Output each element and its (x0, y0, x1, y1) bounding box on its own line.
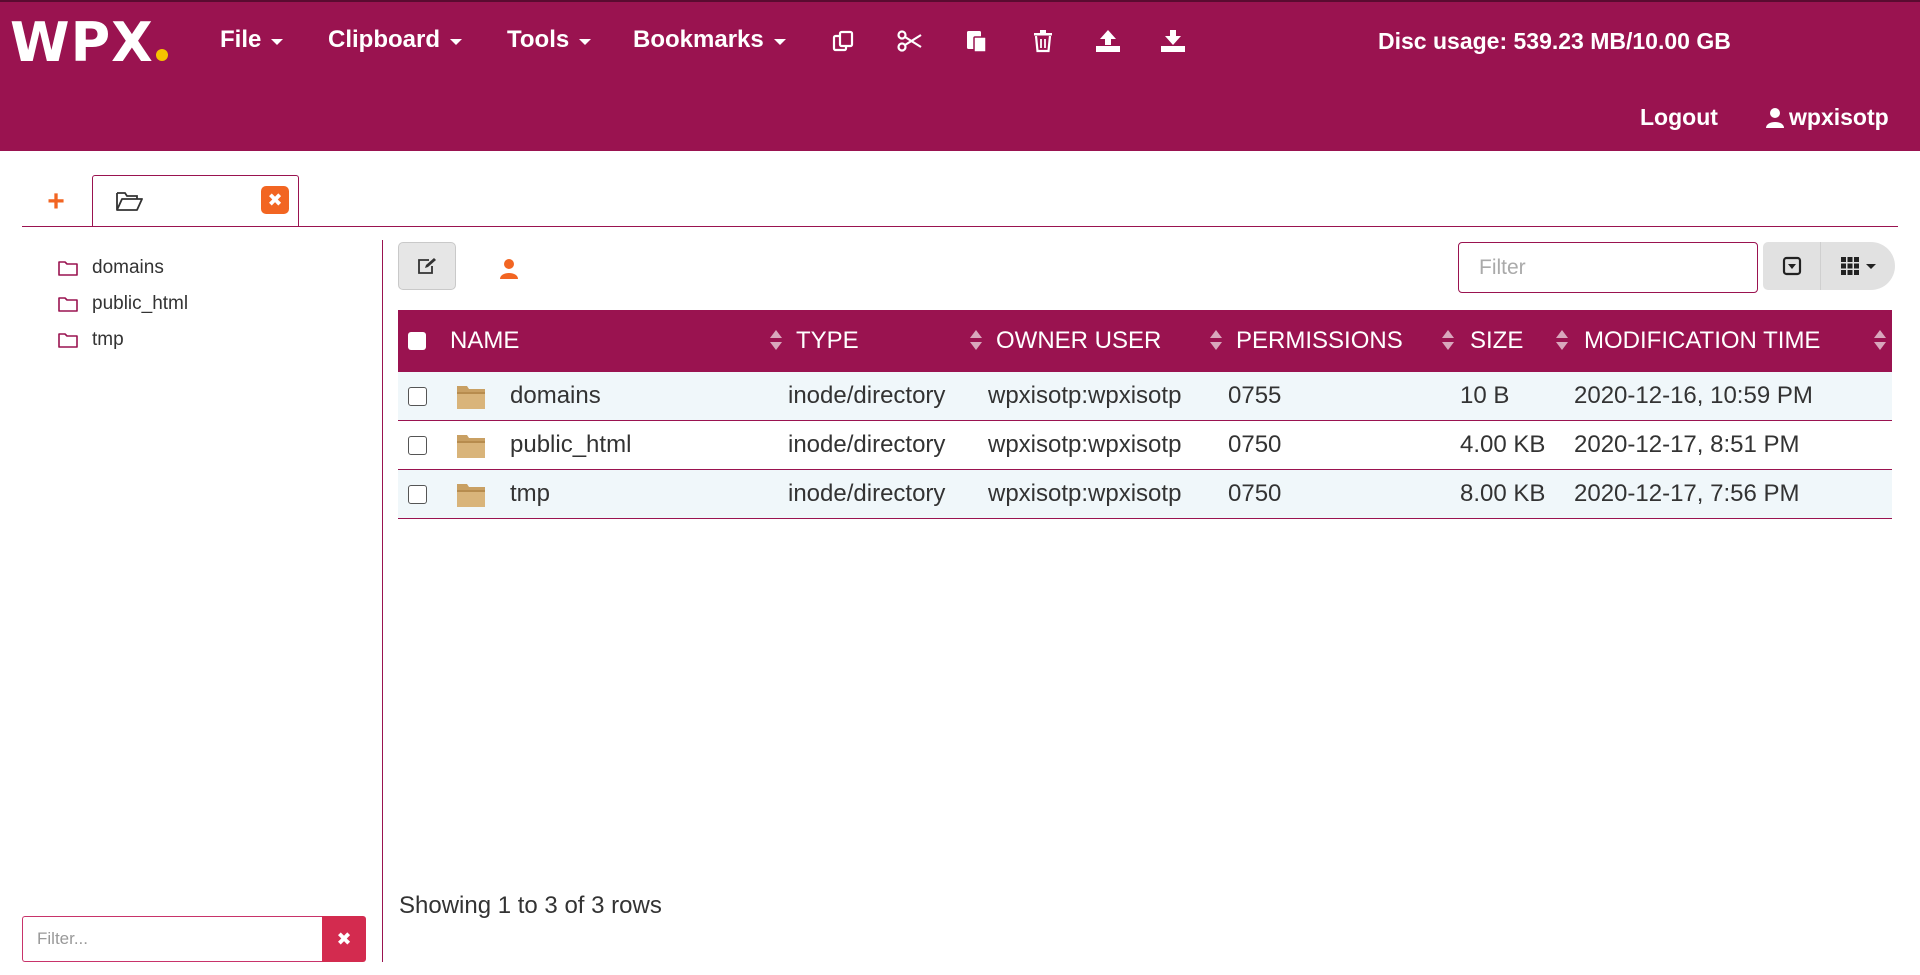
menu-tools[interactable]: Tools (507, 26, 592, 54)
columns-button[interactable] (1821, 242, 1895, 290)
pagination-summary: Showing 1 to 3 of 3 rows (399, 892, 662, 919)
column-size[interactable]: SIZE (1460, 310, 1574, 372)
cut-icon[interactable] (895, 26, 925, 56)
file-size: 8.00 KB (1460, 480, 1546, 507)
select-all-checkbox[interactable] (408, 332, 426, 350)
toggle-button[interactable] (1763, 242, 1821, 290)
close-icon: ✖ (267, 189, 283, 210)
file-size: 4.00 KB (1460, 431, 1546, 458)
file-table: NAME TYPE OWNER USER PERMISSIONS SIZE MO… (398, 310, 1892, 519)
file-size: 10 B (1460, 382, 1510, 409)
disc-usage: Disc usage: 539.23 MB/10.00 GB (1378, 28, 1731, 54)
folder-icon (457, 435, 485, 458)
grid-icon (1841, 257, 1859, 275)
tree-filter-clear-button[interactable]: ✖ (322, 916, 366, 962)
file-modified: 2020-12-17, 7:56 PM (1574, 480, 1800, 507)
folder-icon (58, 297, 78, 312)
file-type: inode/directory (788, 382, 946, 409)
user-menu[interactable]: wpxisotp (1765, 104, 1889, 131)
add-tab-button[interactable]: + (38, 184, 74, 220)
row-checkbox[interactable] (408, 435, 427, 455)
logout-link[interactable]: Logout (1640, 104, 1718, 131)
chevron-down-icon (271, 38, 284, 45)
chevron-down-icon (773, 38, 786, 45)
column-type[interactable]: TYPE (788, 310, 988, 372)
directory-tree: domains public_html tmp (58, 250, 188, 358)
user-icon (500, 259, 518, 279)
table-row[interactable]: tmp inode/directory wpxisotp:wpxisotp 07… (398, 470, 1892, 519)
folder-icon (58, 261, 78, 276)
close-tab-button[interactable]: ✖ (261, 186, 289, 214)
top-header: WPX File Clipboard Tools Bookmarks Disc … (0, 0, 1920, 151)
table-row[interactable]: domains inode/directory wpxisotp:wpxisot… (398, 372, 1892, 421)
column-modification-time[interactable]: MODIFICATION TIME (1574, 310, 1892, 372)
folder-icon (457, 386, 485, 409)
folder-icon (58, 333, 78, 348)
panel-divider[interactable] (382, 240, 383, 962)
edit-button[interactable] (398, 242, 456, 290)
sort-icon (1874, 330, 1886, 352)
table-row[interactable]: public_html inode/directory wpxisotp:wpx… (398, 421, 1892, 470)
download-icon[interactable] (1158, 26, 1188, 56)
column-name[interactable]: NAME (436, 310, 788, 372)
edit-icon (418, 258, 436, 274)
file-owner: wpxisotp:wpxisotp (988, 431, 1182, 458)
tree-item-public-html[interactable]: public_html (58, 286, 188, 322)
file-name[interactable]: public_html (510, 431, 631, 459)
file-modified: 2020-12-17, 8:51 PM (1574, 431, 1800, 458)
logo-dot (155, 49, 168, 61)
table-filter-input[interactable]: Filter (1458, 242, 1758, 293)
sort-icon (970, 330, 982, 352)
owner-button[interactable] (494, 254, 524, 284)
file-owner: wpxisotp:wpxisotp (988, 382, 1182, 409)
chevron-down-icon (1866, 263, 1876, 269)
file-permissions: 0755 (1228, 382, 1282, 409)
column-owner[interactable]: OWNER USER (988, 310, 1228, 372)
copy-icon[interactable] (828, 26, 858, 56)
column-permissions[interactable]: PERMISSIONS (1228, 310, 1460, 372)
chevron-down-icon (579, 38, 592, 45)
active-tab[interactable]: ✖ (92, 175, 299, 227)
close-icon: ✖ (336, 928, 352, 949)
folder-open-icon (116, 192, 143, 211)
select-all-cell (398, 310, 436, 372)
username: wpxisotp (1789, 104, 1889, 130)
tree-item-label: public_html (92, 293, 189, 314)
sort-icon (1442, 330, 1454, 352)
row-checkbox[interactable] (408, 386, 427, 406)
tree-item-label: domains (92, 257, 164, 278)
sort-icon (1210, 330, 1222, 352)
view-options (1763, 242, 1895, 290)
row-checkbox[interactable] (408, 484, 427, 504)
file-permissions: 0750 (1228, 480, 1282, 507)
upload-icon[interactable] (1093, 26, 1123, 56)
file-owner: wpxisotp:wpxisotp (988, 480, 1182, 507)
file-modified: 2020-12-16, 10:59 PM (1574, 382, 1813, 409)
trash-icon[interactable] (1028, 26, 1058, 56)
file-type: inode/directory (788, 480, 946, 507)
sort-icon (770, 330, 782, 352)
dropdown-box-icon (1782, 256, 1801, 276)
folder-icon (457, 484, 485, 507)
file-permissions: 0750 (1228, 431, 1282, 458)
tree-filter-input[interactable]: Filter... (22, 916, 322, 962)
paste-icon[interactable] (962, 26, 992, 56)
menu-file[interactable]: File (220, 26, 284, 54)
table-header: NAME TYPE OWNER USER PERMISSIONS SIZE MO… (398, 310, 1892, 372)
user-icon (1766, 107, 1784, 128)
file-type: inode/directory (788, 431, 946, 458)
plus-icon: + (47, 185, 65, 218)
chevron-down-icon (450, 38, 462, 45)
sort-icon (1556, 330, 1568, 352)
tab-divider (22, 226, 1898, 227)
file-name[interactable]: tmp (510, 480, 550, 508)
menu-bookmarks[interactable]: Bookmarks (633, 26, 786, 54)
file-name[interactable]: domains (510, 382, 601, 410)
menu-clipboard[interactable]: Clipboard (328, 26, 462, 54)
tree-filter: Filter... ✖ (22, 916, 366, 962)
tree-item-tmp[interactable]: tmp (58, 322, 188, 358)
tree-item-label: tmp (92, 329, 124, 350)
wpx-logo[interactable]: WPX (10, 12, 168, 74)
tree-item-domains[interactable]: domains (58, 250, 188, 286)
